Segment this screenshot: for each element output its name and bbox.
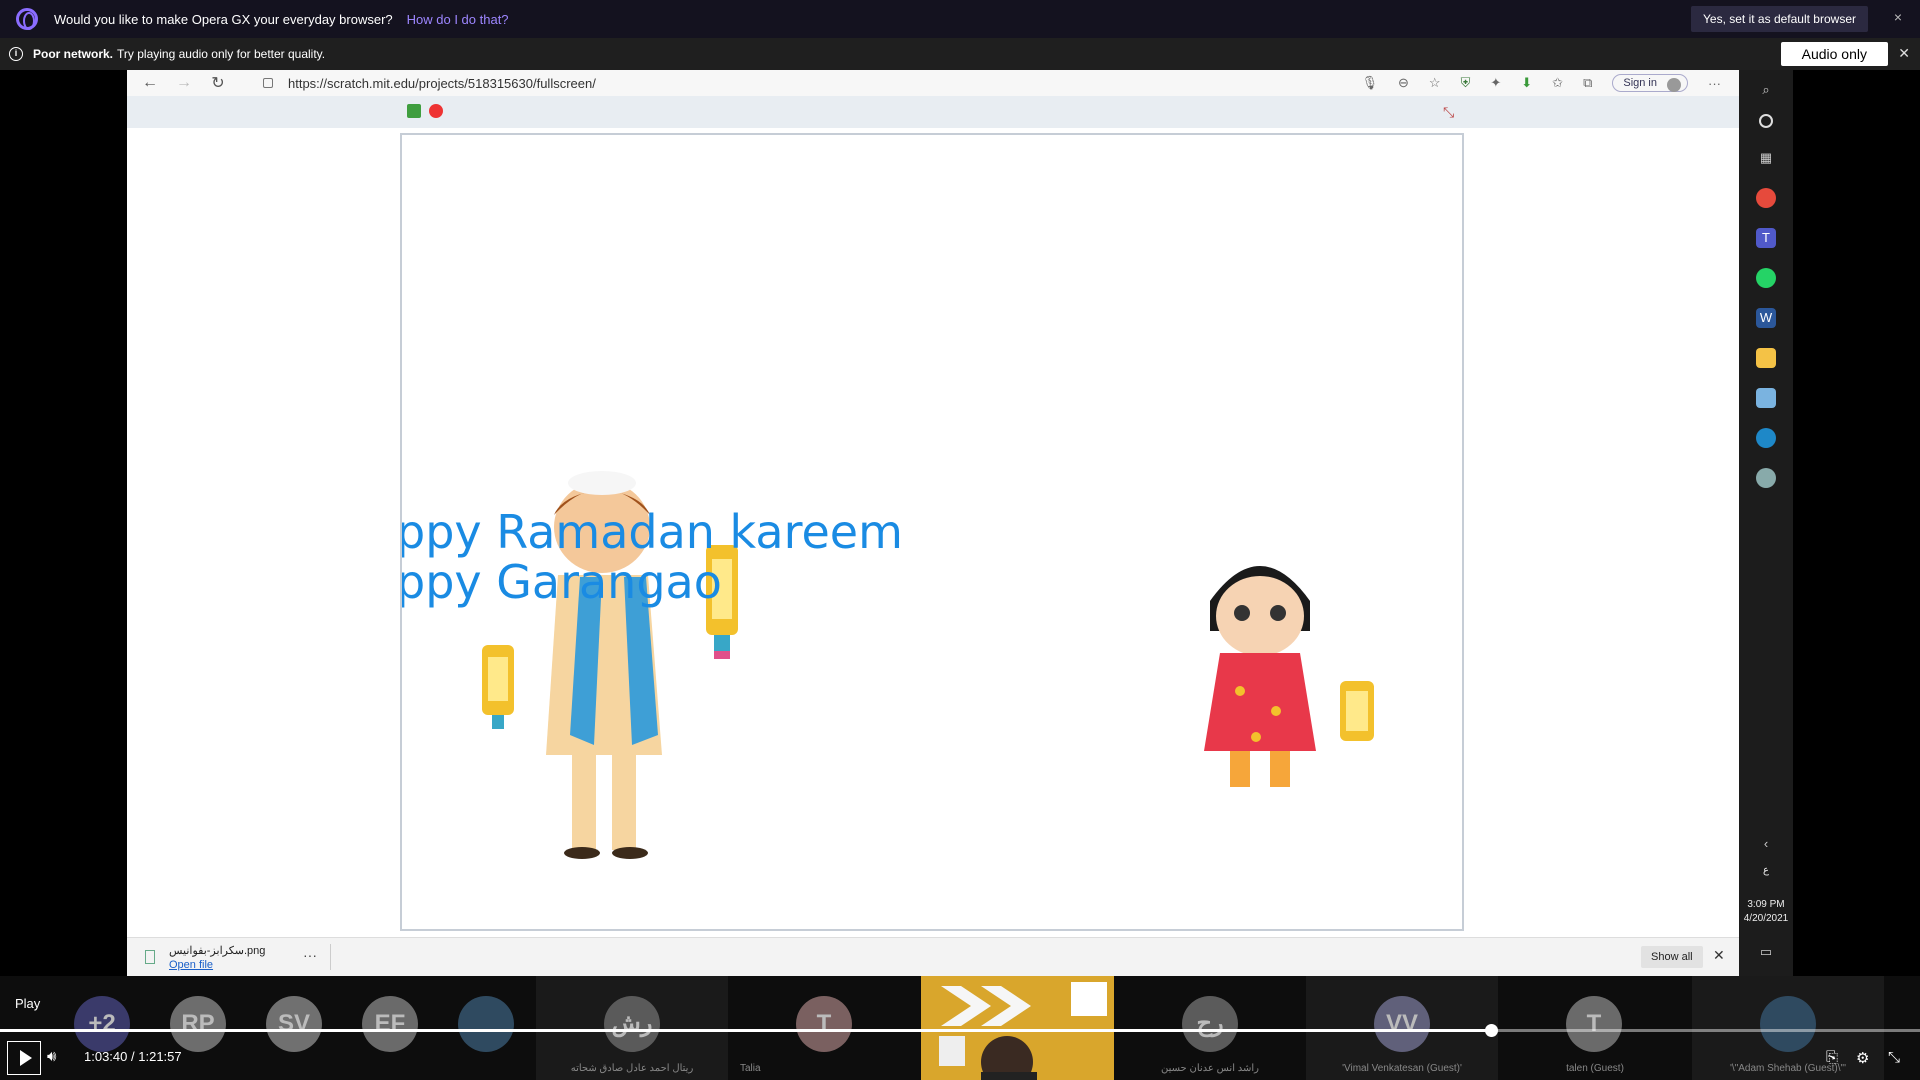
add-favorite-icon[interactable]: ☆ (1429, 75, 1441, 91)
forward-arrow-icon[interactable]: → (173, 74, 195, 92)
more-menu-icon[interactable]: ··· (1708, 76, 1721, 91)
divider (330, 944, 331, 970)
notification-icon[interactable]: ▭ (1756, 942, 1776, 962)
download-extension-icon[interactable]: ⬇ (1521, 75, 1532, 91)
cortana-icon[interactable] (1759, 114, 1773, 128)
greeting-line-1: ppy Ramadan kareem (400, 505, 903, 559)
greeting-line-2: ppy Garangao (400, 555, 722, 609)
scratch-stage[interactable]: ppy Ramadan kareem ppy Garangao (400, 133, 1464, 931)
notes-icon[interactable] (1756, 388, 1776, 408)
settings-gear-icon[interactable]: ⚙ (1856, 1049, 1869, 1067)
app-icon[interactable] (1756, 468, 1776, 488)
info-icon: i (9, 47, 23, 61)
network-notice-close-button[interactable]: ✕ (1898, 45, 1910, 62)
opera-banner-close-button[interactable]: × (1894, 9, 1902, 25)
reload-icon[interactable]: ↻ (207, 73, 229, 93)
teams-icon[interactable]: T (1756, 228, 1776, 248)
edge-icon[interactable] (1756, 428, 1776, 448)
word-icon[interactable]: W (1756, 308, 1776, 328)
task-view-icon[interactable]: ▦ (1756, 148, 1776, 168)
opera-default-browser-banner: Would you like to make Opera GX your eve… (0, 0, 1920, 38)
seek-progress (0, 1029, 1492, 1032)
collections-icon[interactable]: ⧉ (1583, 75, 1592, 91)
open-file-link[interactable]: Open file (169, 959, 213, 971)
chrome-icon[interactable] (1756, 188, 1776, 208)
zoom-out-icon[interactable]: ⊖ (1398, 75, 1409, 91)
scratch-controls-bar: ⤡ (127, 96, 1739, 128)
set-default-browser-button[interactable]: Yes, set it as default browser (1691, 6, 1868, 32)
search-icon[interactable]: ⌕ (1756, 80, 1776, 100)
sign-in-button[interactable]: Sign in (1612, 74, 1688, 92)
chevron-left-icon[interactable]: ‹ (1756, 834, 1776, 854)
captions-icon[interactable]: ⎘ (1826, 1049, 1838, 1066)
lock-icon (263, 78, 273, 88)
microphone-icon[interactable]: 🎙 (1362, 75, 1379, 91)
audio-only-button[interactable]: Audio only (1780, 42, 1888, 66)
player-controls: 🔊︎ 1:03:40 / 1:21:57 ⎘ ⚙ ⤡ (0, 1038, 1920, 1080)
opera-logo-icon (16, 8, 38, 30)
time-separator: / (131, 1049, 135, 1064)
shield-extension-icon[interactable]: ⛨ (1461, 75, 1471, 91)
screen: Would you like to make Opera GX your eve… (0, 0, 1920, 1080)
back-arrow-icon[interactable]: ← (139, 74, 161, 92)
edge-sidebar: ⌕ ▦ T W ‹ ع 3:09 PM 4/20/2021 ▭ (1739, 70, 1793, 976)
play-tooltip: Play (15, 996, 41, 1011)
exit-fullscreen-icon[interactable]: ⤡ (1443, 104, 1459, 120)
favorites-icon[interactable]: ✩ (1552, 75, 1563, 91)
url-text[interactable]: https://scratch.mit.edu/projects/5183156… (288, 76, 596, 91)
download-file-name[interactable]: سكرابز-بفوانيس.png (169, 944, 265, 957)
shared-screen-browser: ← → ↻ https://scratch.mit.edu/projects/5… (127, 70, 1793, 976)
play-button[interactable] (7, 1041, 41, 1075)
volume-icon[interactable]: 🔊︎ (47, 1048, 65, 1066)
girl-with-lantern-sprite (1204, 566, 1374, 787)
download-more-button[interactable]: ··· (303, 947, 317, 963)
duration: 1:21:57 (138, 1049, 182, 1064)
keyboard-language[interactable]: ع (1739, 864, 1793, 878)
clock-time: 3:09 PM (1747, 899, 1785, 910)
download-bar: سكرابز-بفوانيس.png Open file ··· Show al… (127, 937, 1739, 976)
file-explorer-icon[interactable] (1756, 348, 1776, 368)
how-do-i-link[interactable]: How do I do that? (407, 12, 509, 27)
opera-banner-question: Would you like to make Opera GX your eve… (54, 11, 393, 27)
network-message: Try playing audio only for better qualit… (117, 47, 326, 61)
show-all-downloads-button[interactable]: Show all (1641, 946, 1703, 968)
browser-toolbar: 🎙 ⊖ ☆ ⛨ ✦ ⬇ ✩ ⧉ Sign in ··· (1362, 70, 1721, 96)
stop-icon[interactable] (429, 104, 443, 118)
seek-bar[interactable] (0, 1024, 1920, 1037)
green-flag-icon[interactable] (407, 104, 421, 118)
image-file-icon (145, 950, 155, 964)
clock-date: 4/20/2021 (1743, 913, 1789, 924)
address-bar: ← → ↻ https://scratch.mit.edu/projects/5… (127, 70, 1739, 96)
exit-fullscreen-icon[interactable]: ⤡ (1888, 1049, 1900, 1066)
whatsapp-icon[interactable] (1756, 268, 1776, 288)
poor-network-notice: i Poor network. Try playing audio only f… (0, 38, 1920, 70)
network-status: Poor network. (33, 47, 114, 61)
puzzle-extension-icon[interactable]: ✦ (1490, 75, 1501, 91)
current-time: 1:03:40 (84, 1049, 128, 1064)
download-bar-close-button[interactable]: ✕ (1713, 947, 1725, 964)
playback-time: 1:03:40 / 1:21:57 (84, 1049, 182, 1064)
